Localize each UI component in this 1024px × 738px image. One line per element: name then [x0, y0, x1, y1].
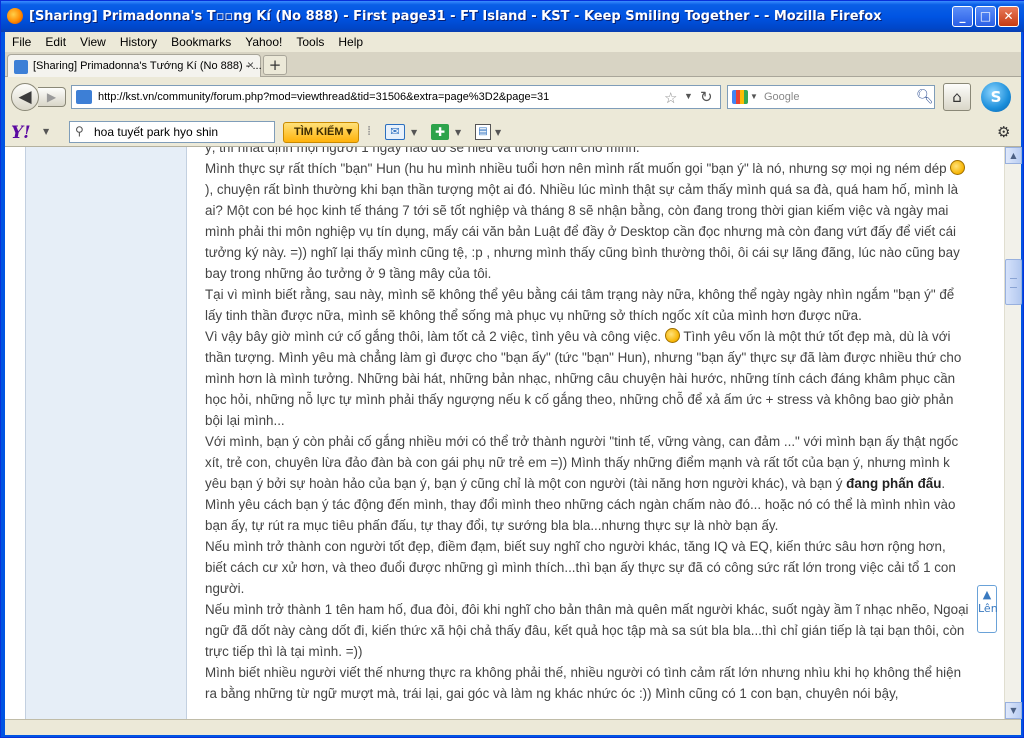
- site-favicon-icon: [14, 60, 28, 74]
- menu-tools[interactable]: Tools: [289, 35, 331, 49]
- search-bar[interactable]: ▼ Google 🔍︎: [727, 85, 935, 109]
- vertical-scrollbar[interactable]: ▲ ▼: [1004, 147, 1022, 719]
- menu-bookmarks[interactable]: Bookmarks: [164, 35, 238, 49]
- post-paragraph: Mình thực sự rất thích "bạn" Hun (hu hu …: [205, 158, 969, 284]
- post-text: ), chuyện rất bình thường khi bạn thần t…: [205, 182, 960, 281]
- title-bar: [Sharing] Primadonna's T▫▫ng Kí (No 888)…: [1, 1, 1024, 32]
- bookmark-star-icon[interactable]: ☆: [664, 89, 677, 107]
- emoticon-icon: [950, 160, 966, 175]
- mail-icon[interactable]: ✉: [385, 124, 405, 140]
- post-line: ý, thì nhất định mọi người 1 ngày nào đó…: [205, 147, 640, 155]
- post-author-sidebar: [25, 147, 187, 719]
- post-bold-text: đang phấn đấu: [846, 476, 942, 491]
- yahoo-search-value[interactable]: hoa tuyết park hyo shin: [94, 125, 218, 139]
- google-engine-icon[interactable]: [732, 90, 748, 104]
- menu-yahoo[interactable]: Yahoo!: [238, 35, 289, 49]
- post-paragraph: Nếu mình trở thành con người tốt đẹp, đi…: [205, 539, 956, 596]
- pages-dropdown-icon[interactable]: ▼: [495, 128, 501, 137]
- window-title: [Sharing] Primadonna's T▫▫ng Kí (No 888)…: [29, 9, 882, 24]
- tab-close-icon[interactable]: ×: [247, 58, 254, 72]
- forward-button[interactable]: ▶: [38, 87, 66, 107]
- back-forward-group: ▶ ◀: [11, 83, 67, 111]
- messenger-icon[interactable]: ✚: [431, 124, 449, 140]
- firefox-icon: [7, 8, 23, 24]
- browser-window: [Sharing] Primadonna's T▫▫ng Kí (No 888)…: [0, 0, 1024, 738]
- toolbar-separator: ⁞: [367, 124, 372, 139]
- engine-dropdown-icon[interactable]: ▼: [750, 92, 758, 101]
- skype-icon[interactable]: S: [981, 82, 1011, 112]
- post-paragraph: Mình biết nhiều người viết thế nhưng thự…: [205, 665, 962, 701]
- url-text[interactable]: http://kst.vn/community/forum.php?mod=vi…: [98, 91, 549, 103]
- page-margin: [5, 147, 25, 719]
- post-paragraph: Vì vậy bây giờ mình cứ cố gắng thôi, làm…: [205, 326, 969, 431]
- scroll-thumb[interactable]: [1005, 259, 1022, 305]
- tab-bar: [Sharing] Primadonna's Tướng Kí (No 888)…: [5, 52, 1021, 78]
- site-identity-icon[interactable]: [76, 90, 92, 104]
- yahoo-dropdown-icon[interactable]: ▼: [43, 127, 49, 136]
- post-paragraph: Với mình, bạn ý còn phải cố gắng nhiều m…: [205, 431, 969, 494]
- post-text: .: [941, 476, 946, 491]
- menu-edit[interactable]: Edit: [38, 35, 73, 49]
- navigation-bar: ▶ ◀ http://kst.vn/community/forum.php?mo…: [5, 77, 1021, 117]
- post-paragraph: Tại vì mình biết rằng, sau này, mình sẽ …: [205, 287, 955, 323]
- page-content: ý, thì nhất định mọi người 1 ngày nào đó…: [5, 147, 1004, 719]
- reload-icon[interactable]: ↻: [700, 88, 713, 106]
- menu-history[interactable]: History: [113, 35, 164, 49]
- url-dropdown-icon[interactable]: ▼: [684, 91, 693, 101]
- menu-view[interactable]: View: [73, 35, 113, 49]
- gear-icon[interactable]: ⚙: [997, 123, 1010, 141]
- yahoo-search-input[interactable]: ⚲ hoa tuyết park hyo shin: [69, 121, 275, 143]
- menu-file[interactable]: File: [5, 35, 38, 49]
- status-bar: [5, 719, 1021, 735]
- scroll-up-arrow[interactable]: ▲: [1005, 147, 1022, 164]
- search-placeholder[interactable]: Google: [764, 91, 799, 103]
- menu-help[interactable]: Help: [331, 35, 370, 49]
- post-text: Mình thực sự rất thích "bạn" Hun (hu hu …: [205, 161, 951, 176]
- scroll-down-arrow[interactable]: ▼: [1005, 702, 1022, 719]
- scroll-to-top-button[interactable]: ▲ Lên: [977, 585, 998, 633]
- tab-active[interactable]: [Sharing] Primadonna's Tướng Kí (No 888)…: [7, 54, 262, 78]
- maximize-button[interactable]: □: [975, 6, 996, 27]
- post-text: Vì vậy bây giờ mình cứ cố gắng thôi, làm…: [205, 329, 665, 344]
- yahoo-search-button[interactable]: TÌM KIẾM ▾: [283, 122, 359, 143]
- menu-bar: File Edit View History Bookmarks Yahoo! …: [5, 32, 1021, 52]
- yahoo-toolbar: Y! ▼ ⚲ hoa tuyết park hyo shin TÌM KIẾM …: [5, 117, 1021, 147]
- home-button[interactable]: ⌂: [943, 83, 971, 111]
- messenger-dropdown-icon[interactable]: ▼: [455, 128, 461, 137]
- back-button[interactable]: ◀: [11, 83, 39, 111]
- search-magnifier-icon[interactable]: 🔍︎: [916, 88, 934, 105]
- tab-label: [Sharing] Primadonna's Tướng Kí (No 888)…: [33, 60, 262, 72]
- new-tab-button[interactable]: +: [263, 55, 287, 75]
- yahoo-search-button-label: TÌM KIẾM: [294, 126, 344, 138]
- pages-icon[interactable]: ▤: [475, 124, 491, 140]
- emoticon-icon: [664, 328, 680, 343]
- close-button[interactable]: ✕: [998, 6, 1019, 27]
- search-icon: ⚲: [75, 124, 84, 138]
- url-bar[interactable]: http://kst.vn/community/forum.php?mod=vi…: [71, 85, 721, 109]
- post-paragraph: Nếu mình trở thành 1 tên ham hố, đua đòi…: [205, 602, 969, 659]
- mail-dropdown-icon[interactable]: ▼: [411, 128, 417, 137]
- post-body: ý, thì nhất định mọi người 1 ngày nào đó…: [205, 147, 969, 704]
- yahoo-logo[interactable]: Y!: [11, 123, 43, 143]
- post-paragraph: Mình yêu cách bạn ý tác động đến mình, t…: [205, 497, 956, 533]
- minimize-button[interactable]: _: [952, 6, 973, 27]
